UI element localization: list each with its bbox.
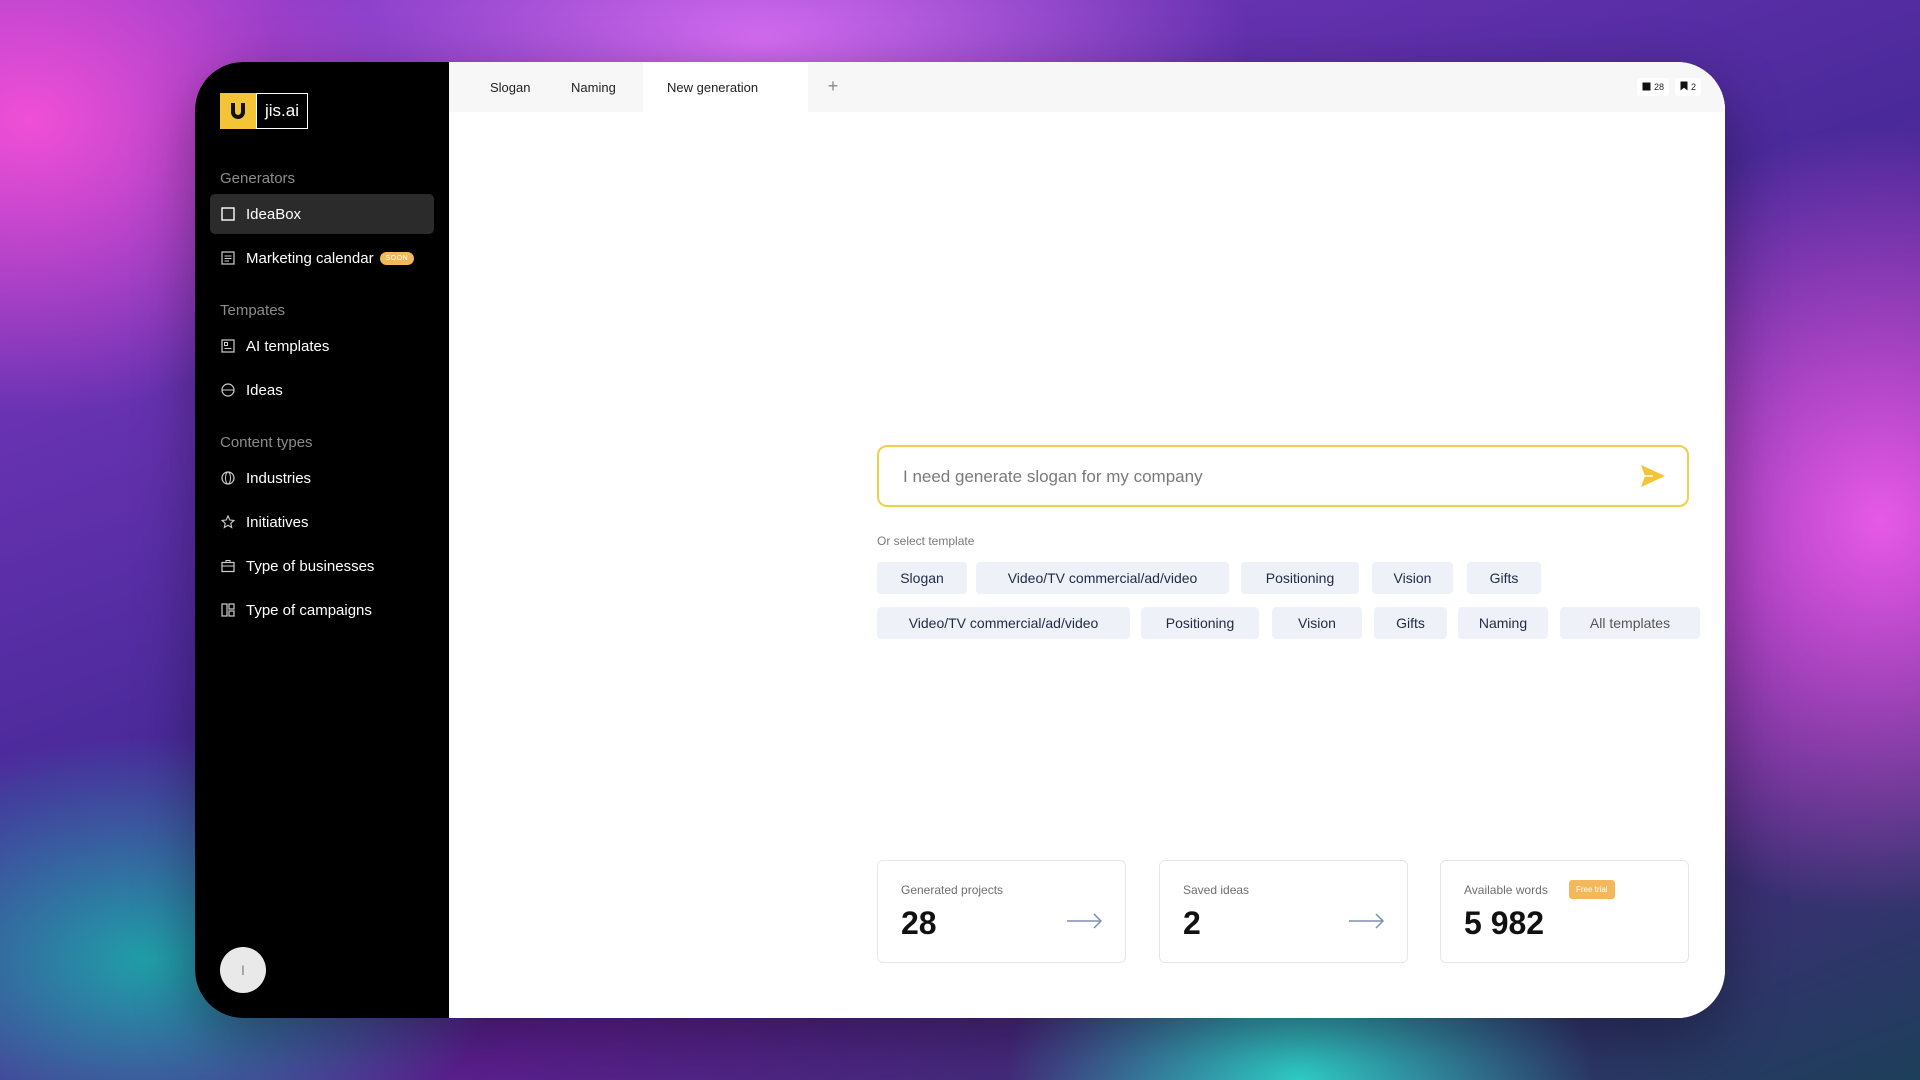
avatar[interactable]: I <box>220 947 266 993</box>
sidebar-item-label: Industries <box>246 469 312 487</box>
send-icon <box>1641 465 1665 487</box>
template-chip[interactable]: Slogan <box>877 562 967 594</box>
logo[interactable]: jis.ai <box>220 93 309 129</box>
generated-counter[interactable]: 28 <box>1636 78 1669 96</box>
soon-badge: SOON <box>379 251 415 265</box>
saved-counter[interactable]: 2 <box>1674 78 1701 96</box>
sidebar-item-label: Initiatives <box>246 513 309 531</box>
sidebar-item-label: Ideas <box>246 381 283 399</box>
stat-label: Generated projects <box>901 883 1004 897</box>
sidebar-item-ideas[interactable]: Ideas <box>210 370 434 410</box>
template-icon <box>220 338 236 354</box>
horseshoe-icon <box>220 93 256 129</box>
template-chip[interactable]: Positioning <box>1241 562 1359 594</box>
select-template-label: Or select template <box>877 534 975 548</box>
template-chip[interactable]: Naming <box>1458 607 1548 639</box>
section-label-content-types: Content types <box>220 434 313 451</box>
generated-count: 28 <box>1653 82 1664 92</box>
tab-label: Slogan <box>490 79 531 95</box>
sidebar-item-label: Type of campaigns <box>246 601 372 619</box>
prompt-input[interactable] <box>901 461 1605 493</box>
sidebar: jis.ai Generators IdeaBox Marketing cale… <box>195 62 449 1018</box>
tab-slogan[interactable]: Slogan <box>486 62 534 112</box>
stat-value: 5 982 <box>1464 905 1545 941</box>
template-chip[interactable]: Vision <box>1372 562 1453 594</box>
template-chip[interactable]: Vision <box>1272 607 1362 639</box>
generated-projects-card[interactable]: Generated projects 28 <box>877 860 1126 963</box>
sidebar-item-type-of-campaigns[interactable]: Type of campaigns <box>210 590 434 630</box>
square-icon <box>220 206 236 222</box>
tab-new-generation[interactable]: New generation <box>643 62 808 112</box>
section-label-templates: Tempates <box>220 302 286 319</box>
tab-naming[interactable]: Naming <box>567 62 620 112</box>
sidebar-item-label: Type of businesses <box>246 557 375 575</box>
arrow-right-icon <box>1349 913 1385 929</box>
sidebar-item-label: Marketing calendar <box>246 249 374 267</box>
sidebar-item-industries[interactable]: Industries <box>210 458 434 498</box>
template-chip[interactable]: Gifts <box>1467 562 1541 594</box>
sidebar-item-marketing-calendar[interactable]: Marketing calendar SOON <box>210 238 434 278</box>
sidebar-item-label: IdeaBox <box>246 205 302 223</box>
stat-label: Available words <box>1464 883 1548 897</box>
saved-ideas-card[interactable]: Saved ideas 2 <box>1159 860 1408 963</box>
add-tab-button[interactable]: + <box>823 76 843 96</box>
stat-value: 2 <box>1183 905 1201 941</box>
section-label-generators: Generators <box>220 170 296 187</box>
all-templates-button[interactable]: All templates <box>1560 607 1700 639</box>
layout-icon <box>220 602 236 618</box>
available-words-card: Available words Free trial 5 982 <box>1440 860 1689 963</box>
saved-count: 2 <box>1690 82 1696 92</box>
stat-label: Saved ideas <box>1183 883 1250 897</box>
arrow-right-icon <box>1067 913 1103 929</box>
star-icon <box>220 514 236 530</box>
template-chip[interactable]: Video/TV commercial/ad/video <box>877 607 1130 639</box>
briefcase-icon <box>220 558 236 574</box>
tab-label: New generation <box>667 79 759 95</box>
sidebar-item-initiatives[interactable]: Initiatives <box>210 502 434 542</box>
prompt-box <box>877 445 1689 507</box>
brand-name: jis.ai <box>256 93 309 129</box>
tab-label: Naming <box>571 79 616 95</box>
sidebar-item-type-of-businesses[interactable]: Type of businesses <box>210 546 434 586</box>
bookmark-icon <box>1680 81 1688 93</box>
header-counters: 28 2 <box>1636 78 1701 96</box>
main-content: Slogan Naming New generation + 28 2 I ne… <box>449 62 1725 1018</box>
template-chip[interactable]: Positioning <box>1141 607 1259 639</box>
sidebar-item-ideabox[interactable]: IdeaBox <box>210 194 434 234</box>
sidebar-item-ai-templates[interactable]: AI templates <box>210 326 434 366</box>
ideas-icon <box>220 382 236 398</box>
free-trial-badge: Free trial <box>1569 880 1615 899</box>
template-chip[interactable]: Gifts <box>1374 607 1447 639</box>
stat-value: 28 <box>901 905 937 941</box>
app-window: jis.ai Generators IdeaBox Marketing cale… <box>195 62 1725 1018</box>
document-icon <box>1642 82 1651 93</box>
send-button[interactable] <box>1639 463 1667 489</box>
calendar-list-icon <box>220 250 236 266</box>
plus-icon: + <box>827 75 839 96</box>
sidebar-item-label: AI templates <box>246 337 330 355</box>
tab-bar: Slogan Naming New generation + 28 2 <box>449 62 1725 112</box>
globe-icon <box>220 470 236 486</box>
template-chip[interactable]: Video/TV commercial/ad/video <box>976 562 1229 594</box>
